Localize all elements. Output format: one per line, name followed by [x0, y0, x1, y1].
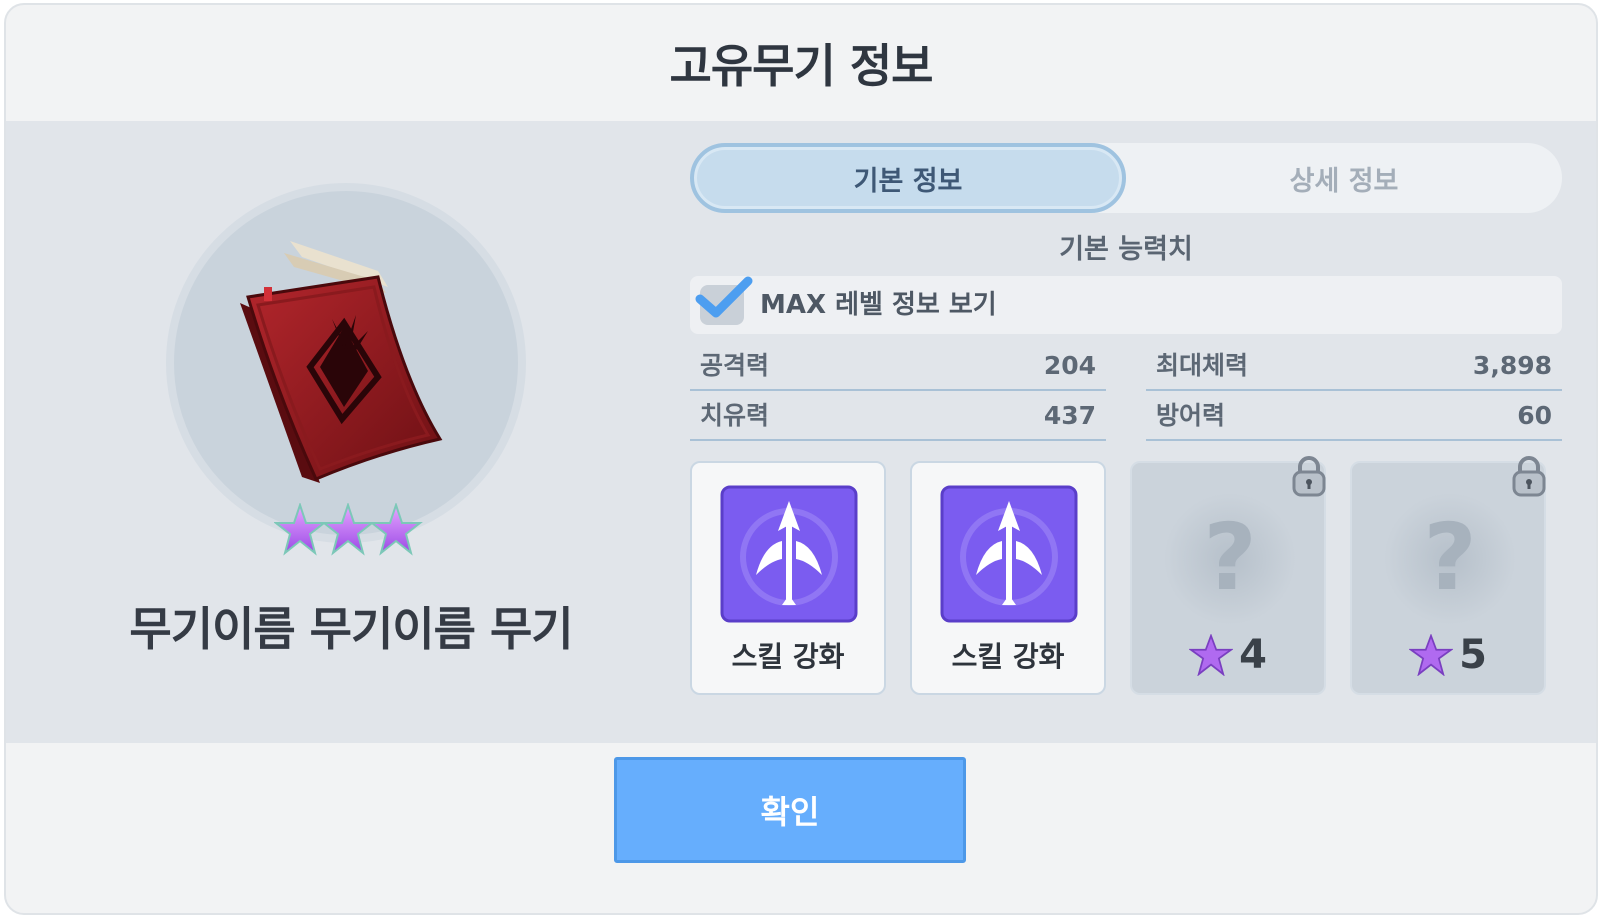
svg-text:?: ?: [1203, 504, 1256, 611]
stat-row: 치유력 437: [690, 393, 1106, 441]
skill-card[interactable]: 스킬 강화: [690, 461, 886, 695]
skill-card-label: 스킬 강화: [731, 640, 845, 673]
rarity-stars: [274, 503, 423, 556]
locked-skill-card[interactable]: ? 4: [1130, 456, 1326, 695]
star-icon: [321, 503, 375, 556]
star-icon: [1409, 634, 1454, 676]
star-requirement: 4: [1132, 631, 1324, 679]
max-level-label: MAX 레벨 정보 보기: [760, 290, 997, 320]
star-icon: [369, 503, 423, 556]
locked-skill-card[interactable]: ? 5: [1350, 456, 1546, 695]
star-icon: [1189, 634, 1234, 676]
question-mark-icon: ?: [1384, 493, 1516, 625]
stat-value: 3,898: [1472, 351, 1552, 380]
tab-basic-info[interactable]: 기본 정보: [690, 143, 1126, 213]
stat-label: 최대체력: [1156, 351, 1249, 380]
arrow-skill-icon: [940, 485, 1078, 623]
stat-label: 치유력: [700, 401, 770, 430]
max-level-toggle[interactable]: MAX 레벨 정보 보기: [690, 276, 1562, 334]
red-book-icon: [240, 241, 443, 483]
dialog-content: 무기이름 무기이름 무기 기본 정보 상세 정보 기본 능력치 MAX 레벨 정…: [6, 121, 1596, 743]
skill-card[interactable]: 스킬 강화: [910, 461, 1106, 695]
skill-card-label: 스킬 강화: [951, 640, 1065, 673]
stat-value: 204: [1043, 351, 1096, 380]
checkmark-icon: [695, 276, 753, 318]
dialog-title: 고유무기 정보: [669, 39, 934, 93]
weapon-name: 무기이름 무기이름 무기: [129, 602, 573, 656]
star-requirement: 5: [1352, 631, 1544, 679]
star-requirement-value: 4: [1239, 632, 1267, 678]
stat-label: 방어력: [1156, 401, 1226, 430]
section-title: 기본 능력치: [1059, 234, 1193, 265]
question-mark-icon: ?: [1164, 493, 1296, 625]
stat-row: 공격력 204: [690, 343, 1106, 391]
info-tabs: 기본 정보 상세 정보: [690, 143, 1562, 213]
stat-row: 방어력 60: [1146, 393, 1562, 441]
tab-detail-info[interactable]: 상세 정보: [1126, 143, 1562, 213]
arrow-skill-icon: [720, 485, 858, 623]
checkbox[interactable]: [695, 276, 753, 325]
star-requirement-value: 5: [1459, 632, 1487, 678]
stat-value: 60: [1517, 401, 1552, 430]
weapon-info-dialog: 고유무기 정보 무기이름 무기이름 무기 기본 정보 상세 정보 기본 능력치 …: [4, 3, 1598, 915]
stat-label: 공격력: [700, 351, 770, 380]
star-icon: [274, 503, 327, 556]
confirm-button[interactable]: 확인: [614, 757, 966, 863]
stat-value: 437: [1043, 401, 1096, 430]
stat-row: 최대체력 3,898: [1146, 343, 1562, 391]
svg-text:?: ?: [1423, 504, 1476, 611]
